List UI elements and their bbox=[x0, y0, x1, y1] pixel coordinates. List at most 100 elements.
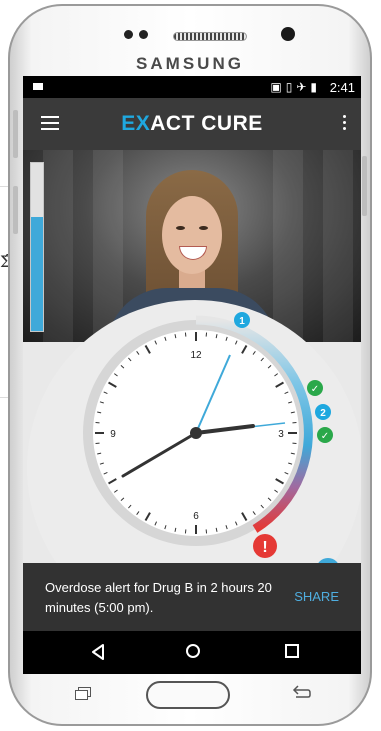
svg-text:✓: ✓ bbox=[311, 384, 319, 395]
profile-photo bbox=[23, 150, 361, 342]
clock-tick-minor bbox=[252, 511, 256, 516]
clock-tick-major bbox=[275, 478, 284, 485]
dose-taken-check-2[interactable]: ✓ bbox=[317, 427, 333, 443]
hardware-recents-key[interactable] bbox=[75, 687, 91, 700]
logo-text: ACT CURE bbox=[150, 112, 263, 135]
front-camera bbox=[281, 27, 295, 41]
clock-tick-major bbox=[108, 478, 117, 485]
clock-tick-minor bbox=[267, 365, 272, 369]
notification-icon bbox=[33, 83, 43, 90]
volume-button bbox=[13, 110, 18, 158]
clock-tick-minor bbox=[260, 357, 264, 362]
sensor-dot-2 bbox=[139, 30, 148, 39]
clock-tick-minor bbox=[113, 489, 118, 493]
clock-tick-major bbox=[241, 512, 248, 521]
clock-tick-major bbox=[108, 381, 117, 388]
clock-tick-minor bbox=[284, 391, 289, 395]
clock-tick-major bbox=[241, 345, 248, 354]
snackbar-message: Overdose alert for Drug B in 2 hours 20 … bbox=[45, 580, 272, 615]
clock-tick-minor bbox=[274, 489, 279, 493]
overdose-alert-icon[interactable]: ! bbox=[253, 534, 277, 558]
clock-tick-minor bbox=[136, 350, 140, 355]
clock-tick-minor bbox=[164, 525, 167, 530]
clock-label-12: 12 bbox=[190, 350, 202, 361]
power-button bbox=[362, 156, 367, 216]
clock-tick-minor bbox=[288, 401, 293, 404]
clock-tick-minor bbox=[154, 521, 158, 526]
clock-tick-minor bbox=[225, 525, 228, 530]
app-logo: EXACT CURE bbox=[23, 112, 361, 136]
jacket-shape bbox=[107, 288, 277, 342]
clock-tick-minor bbox=[128, 504, 132, 509]
clock-tick-minor bbox=[103, 391, 108, 395]
clock-tick-major bbox=[144, 345, 151, 354]
second-hand-tail bbox=[195, 422, 286, 434]
clock-tick-minor bbox=[215, 527, 218, 532]
clock-tick-minor bbox=[120, 497, 125, 501]
svg-text:!: ! bbox=[262, 539, 267, 556]
clock-tick-minor bbox=[97, 411, 102, 414]
svg-text:✓: ✓ bbox=[321, 431, 329, 442]
clock-ticks bbox=[95, 332, 297, 534]
recents-icon[interactable] bbox=[285, 644, 299, 658]
svg-text:2: 2 bbox=[320, 408, 326, 419]
clock-tick-minor bbox=[290, 411, 295, 414]
clock-tick-minor bbox=[234, 521, 238, 526]
overflow-menu-icon[interactable] bbox=[343, 115, 347, 133]
app-screen: ▣▯✈▮ 2:41 EXACT CURE 12 3 6 9 1 ✓ 2 ✓ ! … bbox=[23, 76, 361, 674]
clock-label-9: 9 bbox=[110, 429, 116, 440]
minute-hand bbox=[121, 431, 198, 478]
dose-progress-bar bbox=[30, 162, 44, 332]
battery-icon: ▮ bbox=[310, 80, 321, 94]
clock-outer-ring bbox=[83, 320, 309, 546]
airplane-icon: ✈ bbox=[296, 80, 311, 94]
schedule-arc bbox=[195, 315, 313, 533]
face-shape bbox=[162, 196, 222, 274]
clock-tick-minor bbox=[97, 452, 102, 455]
second-hand bbox=[195, 354, 231, 434]
share-button[interactable]: SHARE bbox=[294, 589, 339, 604]
clock-tick-minor bbox=[174, 527, 177, 532]
status-bar: ▣▯✈▮ 2:41 bbox=[23, 76, 361, 98]
system-nav-bar bbox=[23, 631, 361, 674]
vibrate-icon: ▯ bbox=[285, 80, 297, 94]
clock-tick-minor bbox=[136, 511, 140, 516]
dose-progress-fill bbox=[31, 216, 43, 331]
clock-center bbox=[190, 427, 202, 439]
clock-tick-minor bbox=[99, 462, 104, 465]
clock-tick-minor bbox=[290, 452, 295, 455]
clock-tick-minor bbox=[113, 373, 118, 377]
status-icons: ▣▯✈▮ bbox=[270, 80, 321, 94]
clock-tick-minor bbox=[252, 350, 256, 355]
status-time: 2:41 bbox=[329, 80, 355, 95]
volume-button-lower bbox=[13, 186, 18, 234]
cast-icon: ▣ bbox=[270, 80, 286, 94]
clock-tick-major bbox=[144, 512, 151, 521]
clock-label-6: 6 bbox=[193, 511, 199, 522]
hardware-back-key[interactable] bbox=[290, 684, 312, 700]
earpiece-speaker bbox=[173, 32, 247, 41]
clock-tick-minor bbox=[267, 497, 272, 501]
clock-tick-minor bbox=[103, 471, 108, 475]
clock-tick-major bbox=[275, 381, 284, 388]
clock-tick-minor bbox=[274, 373, 279, 377]
clock-tick-minor bbox=[99, 401, 104, 404]
overdose-snackbar: Overdose alert for Drug B in 2 hours 20 … bbox=[23, 563, 361, 631]
logo-prefix: EX bbox=[121, 112, 151, 135]
clock-tick-minor bbox=[128, 357, 132, 362]
dose-taken-check-1[interactable]: ✓ bbox=[307, 380, 323, 396]
sensor-dot bbox=[124, 30, 133, 39]
clock-face bbox=[93, 330, 299, 536]
hour-hand bbox=[194, 424, 255, 435]
app-bar: EXACT CURE bbox=[23, 98, 361, 150]
hardware-home-key[interactable] bbox=[146, 681, 230, 709]
clock-tick-minor bbox=[120, 365, 125, 369]
dose-marker-2[interactable]: 2 bbox=[315, 404, 331, 420]
clock-tick-minor bbox=[260, 504, 264, 509]
back-icon[interactable] bbox=[91, 644, 105, 660]
clock-tick-minor bbox=[288, 462, 293, 465]
clock-label-3: 3 bbox=[278, 429, 284, 440]
device-brand: SAMSUNG bbox=[136, 54, 244, 73]
home-icon[interactable] bbox=[186, 644, 200, 658]
clock-tick-minor bbox=[284, 471, 289, 475]
